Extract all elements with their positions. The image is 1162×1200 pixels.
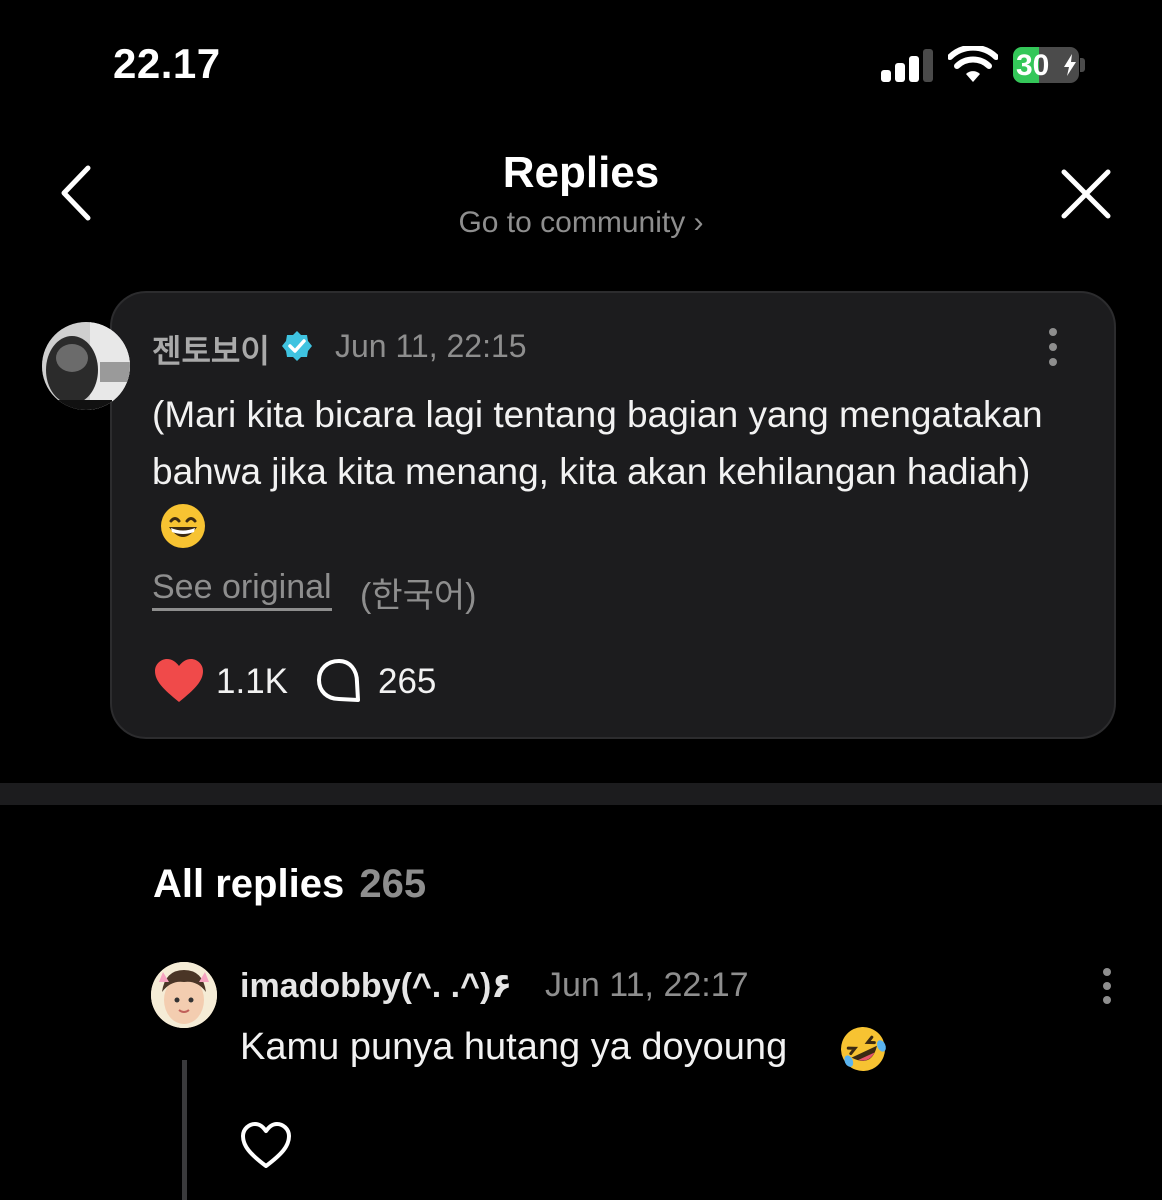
post-timestamp: Jun 11, 22:15: [335, 328, 527, 364]
battery-percent: 30: [1016, 49, 1050, 82]
cell-signal-icon: [881, 49, 933, 82]
more-options-icon[interactable]: [1040, 326, 1066, 368]
page-title: Replies: [502, 148, 660, 197]
reply-avatar[interactable]: [151, 962, 217, 1028]
wifi-icon: [948, 46, 998, 82]
post-author[interactable]: 젠토보이: [152, 326, 270, 372]
author-avatar[interactable]: [42, 322, 130, 410]
verified-badge-icon: [282, 331, 312, 361]
post-body-text: (Mari kita bicara lagi tentang bagian ya…: [152, 394, 1043, 492]
post-body: (Mari kita bicara lagi tentang bagian ya…: [152, 386, 1052, 557]
all-replies-count: 265: [359, 862, 427, 906]
close-icon[interactable]: [1058, 166, 1114, 222]
thread-line: [182, 1060, 187, 1200]
original-language: (한국어): [360, 577, 477, 615]
heart-filled-icon[interactable]: [153, 658, 205, 704]
rolling-on-floor-laughing-emoji-icon: [841, 1027, 886, 1071]
reply-author[interactable]: imadobby(^. .^)۶: [240, 966, 512, 1006]
go-to-community-link[interactable]: Go to community ›: [0, 206, 1162, 240]
charging-bolt-icon: [1064, 54, 1076, 76]
status-time: 22.17: [113, 40, 221, 87]
comment-bubble-icon[interactable]: [316, 658, 362, 704]
comment-count: 265: [378, 662, 437, 701]
section-divider: [0, 783, 1162, 805]
see-original-link[interactable]: See original: [152, 568, 332, 611]
grinning-face-emoji-icon: [161, 504, 205, 548]
reply-text: Kamu punya hutang ya doyoung: [240, 1026, 788, 1068]
battery-indicator: 30: [1013, 47, 1085, 83]
reply-more-options-icon[interactable]: [1094, 966, 1120, 1006]
all-replies-heading: All replies 265: [153, 862, 426, 907]
reply-timestamp: Jun 11, 22:17: [545, 966, 749, 1004]
all-replies-label: All replies: [153, 862, 345, 906]
like-count: 1.1K: [216, 662, 288, 701]
reply-heart-outline-icon[interactable]: [240, 1122, 292, 1170]
